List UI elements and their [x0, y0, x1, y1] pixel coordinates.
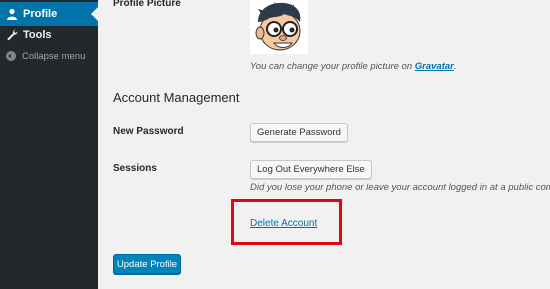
profile-picture-label: Profile Picture [113, 0, 181, 9]
update-profile-button[interactable]: Update Profile [113, 254, 181, 274]
user-icon [6, 8, 18, 20]
collapse-icon [6, 51, 16, 61]
account-management-heading: Account Management [113, 90, 240, 105]
sidebar-collapse-menu[interactable]: Collapse menu [0, 44, 98, 68]
new-password-label: New Password [113, 126, 184, 137]
profile-picture-desc-prefix: You can change your profile picture on [250, 61, 415, 72]
active-indicator-arrow [91, 7, 98, 21]
sessions-description: Did you lose your phone or leave your ac… [250, 182, 550, 193]
delete-account-link[interactable]: Delete Account [250, 218, 317, 229]
profile-picture-description: You can change your profile picture on G… [250, 61, 457, 72]
gravatar-link[interactable]: Gravatar [415, 61, 454, 72]
profile-picture-desc-suffix: . [453, 61, 457, 72]
sidebar-item-label: Collapse menu [22, 50, 86, 62]
wrench-icon [6, 29, 18, 41]
logout-everywhere-button[interactable]: Log Out Everywhere Else [250, 160, 372, 179]
sidebar-item-label: Tools [23, 29, 52, 41]
admin-sidebar: Profile Tools Collapse menu [0, 0, 98, 289]
generate-password-button[interactable]: Generate Password [250, 123, 348, 142]
avatar [250, 0, 308, 54]
sidebar-item-label: Profile [23, 8, 58, 20]
sessions-label: Sessions [113, 163, 157, 174]
